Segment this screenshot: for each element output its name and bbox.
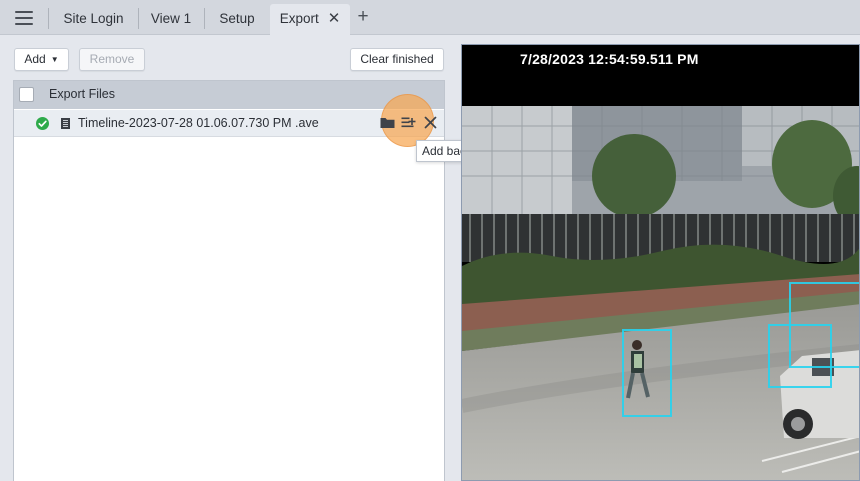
tab-separator	[138, 8, 139, 29]
tab-export[interactable]: Export ✕	[270, 4, 350, 35]
select-all-checkbox[interactable]	[19, 87, 34, 102]
remove-button[interactable]: Remove	[79, 48, 145, 71]
chevron-down-icon: ▼	[50, 55, 59, 65]
tab-bar: Site Login View 1 Setup Export ✕ +	[0, 0, 860, 35]
list-add-icon[interactable]	[399, 113, 418, 132]
tab-separator	[48, 8, 49, 29]
tab-setup[interactable]: Setup	[209, 4, 265, 35]
folder-icon[interactable]	[378, 113, 397, 132]
check-circle-icon	[36, 117, 49, 130]
list-header: Export Files	[14, 81, 444, 109]
menu-icon[interactable]	[7, 5, 41, 31]
file-name: Timeline-2023-07-28 01.06.07.730 PM .ave	[78, 116, 319, 130]
close-icon[interactable]: ✕	[328, 4, 341, 33]
add-button-label: Add	[24, 52, 46, 66]
film-icon	[61, 118, 70, 129]
close-icon[interactable]	[421, 113, 440, 132]
add-button[interactable]: Add ▼	[14, 48, 69, 71]
video-player[interactable]: 7/28/2023 12:54:59.511 PM	[461, 44, 860, 481]
plus-icon[interactable]: +	[353, 5, 373, 29]
camera-frame	[462, 106, 859, 480]
tab-view-1[interactable]: View 1	[143, 4, 199, 35]
tab-separator	[204, 8, 205, 29]
export-file-list: Export Files Timeline-2023-07-28 01.06.0…	[13, 80, 445, 481]
clear-finished-button[interactable]: Clear finished	[350, 48, 444, 71]
list-header-label: Export Files	[49, 87, 115, 101]
video-timestamp: 7/28/2023 12:54:59.511 PM	[520, 51, 699, 67]
tab-export-label: Export	[279, 11, 319, 26]
tab-site-login[interactable]: Site Login	[54, 4, 133, 35]
